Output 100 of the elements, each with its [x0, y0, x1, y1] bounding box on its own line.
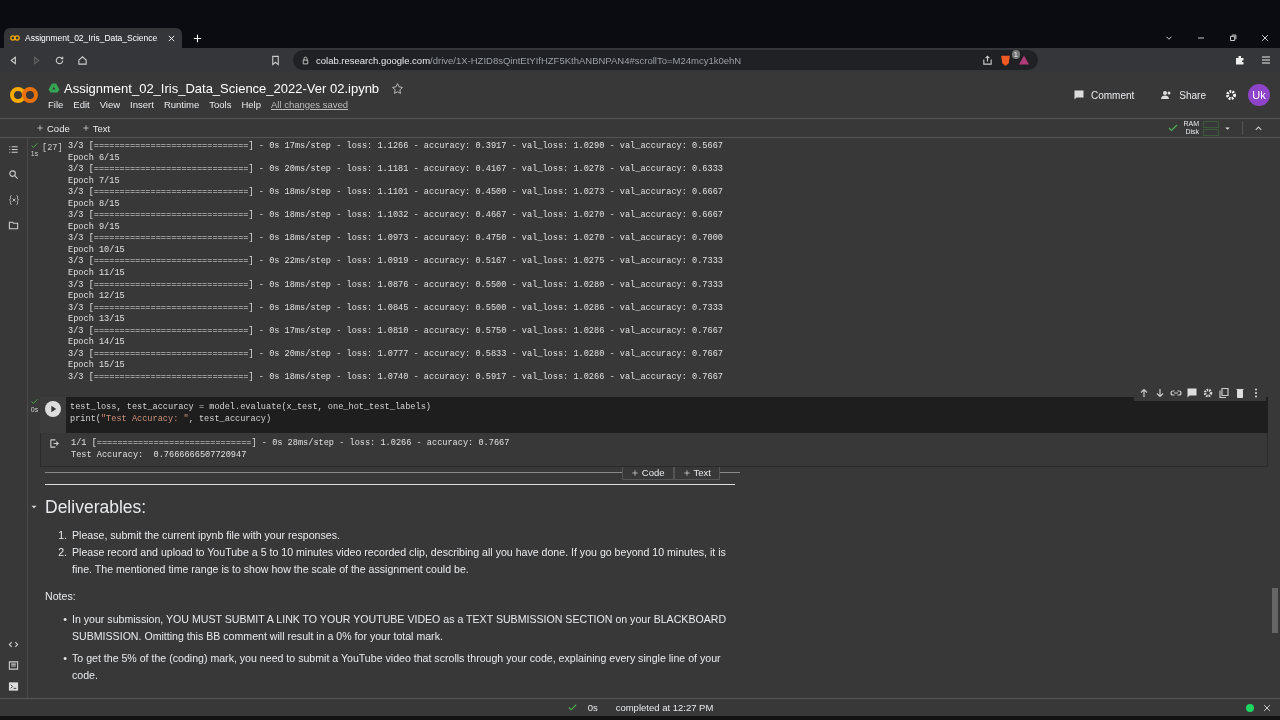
- menu-item[interactable]: Insert: [130, 98, 154, 110]
- save-status-link[interactable]: All changes saved: [271, 98, 349, 110]
- list-item-text: Please record and upload to YouTube a 5 to 10 minutes video recorded clip, describing all you have done. If you go beyond 10 minutes, it is fine. The mentioned time range is to show how the scale of the assignment could be.: [72, 545, 727, 578]
- home-icon[interactable]: [77, 54, 88, 66]
- menu-item[interactable]: Edit: [73, 98, 90, 110]
- output-line: 3/3 [==============================] - 0s 18ms/step - loss: 1.0973 - accuracy: 0.4750 - val_loss: 1.0270 - val_accuracy: 0.7000: [68, 233, 723, 245]
- menu-icon[interactable]: [1260, 54, 1272, 66]
- check-icon: [30, 141, 39, 150]
- output-line: Epoch 15/15: [68, 360, 126, 372]
- settings-icon[interactable]: [1224, 88, 1238, 102]
- move-up-icon[interactable]: [1138, 387, 1150, 400]
- output-line: 3/3 [==============================] - 0s 18ms/step - loss: 1.1101 - accuracy: 0.4500 - val_loss: 1.0273 - val_accuracy: 0.6667: [68, 187, 723, 199]
- output-line: 3/3 [==============================] - 0s 18ms/step - loss: 1.0876 - accuracy: 0.5500 - val_loss: 1.0280 - val_accuracy: 0.7333: [68, 279, 723, 291]
- status-dot-icon: [1246, 703, 1254, 712]
- code-icon[interactable]: [8, 639, 19, 650]
- comment-icon: [1072, 89, 1085, 101]
- snippet-icon[interactable]: [8, 660, 19, 671]
- resource-meter: [1203, 119, 1219, 137]
- comment-button[interactable]: Comment: [1064, 89, 1143, 101]
- notes-label: Notes:: [45, 589, 77, 605]
- menu-item[interactable]: File: [48, 98, 64, 110]
- puzzle-icon[interactable]: [1234, 54, 1246, 66]
- menu-item[interactable]: Tools: [209, 98, 232, 110]
- back-icon[interactable]: [8, 54, 19, 66]
- move-down-icon[interactable]: [1154, 387, 1166, 400]
- list-number: 2.: [57, 545, 67, 561]
- output-line: Epoch 9/15: [68, 221, 121, 233]
- comment-icon[interactable]: [1186, 387, 1198, 400]
- add-cell-button[interactable]: Code: [36, 122, 70, 134]
- browser-tab[interactable]: Assignment_02_Iris_Data_Science: [4, 28, 182, 48]
- list-item-text: To get the 5% of the (coding) mark, you need to submit a YouTube video that scrolls through your code, explaining every single line of your code.: [72, 651, 722, 684]
- status-message: completed at 12:27 PM: [615, 702, 714, 713]
- colab-logo-icon: [10, 33, 20, 43]
- plus-icon: [36, 124, 44, 132]
- check-icon: [1167, 122, 1180, 134]
- plus-icon: [81, 124, 90, 132]
- delete-icon[interactable]: [1234, 387, 1246, 400]
- output-line: 3/3 [==============================] - 0s 18ms/step - loss: 1.0740 - accuracy: 0.5917 - val_loss: 1.0266 - val_accuracy: 0.7667: [68, 371, 723, 384]
- url-path: /drive/1X-HZID8sQintEtYIfHZF5KthANBNPAN4#scrollTo=M24mcy1k0ehN: [430, 54, 743, 66]
- check-icon: [30, 397, 39, 407]
- bullet: •: [62, 651, 67, 667]
- play-icon: [49, 405, 57, 414]
- code-line: print("Test Accuracy: ", test_accuracy): [70, 414, 273, 426]
- output-line: Epoch 6/15: [68, 152, 121, 164]
- new-tab-icon[interactable]: [192, 32, 203, 44]
- close-icon[interactable]: [1260, 33, 1270, 43]
- code-line: test_loss, test_accuracy = model.evaluate(x_test, one_hot_test_labels): [70, 402, 431, 414]
- menu-item[interactable]: Runtime: [163, 98, 200, 110]
- bookmark-icon[interactable]: [270, 54, 281, 66]
- add-cell-button[interactable]: Text: [81, 122, 111, 134]
- output-line: Epoch 11/15: [68, 268, 126, 280]
- restore-icon[interactable]: [1228, 33, 1238, 43]
- url-host: colab.research.google.com: [316, 54, 431, 66]
- output-line: 3/3 [==============================] - 0s 17ms/step - loss: 1.0810 - accuracy: 0.5750 - val_loss: 1.0286 - val_accuracy: 0.7667: [68, 325, 723, 337]
- share-icon[interactable]: [982, 54, 993, 66]
- star-icon[interactable]: [391, 81, 405, 95]
- copy-icon[interactable]: [1218, 387, 1230, 400]
- status-time: 0s: [587, 702, 598, 713]
- menu-item[interactable]: View: [99, 98, 121, 110]
- output-line: Epoch 14/15: [68, 337, 126, 349]
- plus-icon: [682, 469, 691, 477]
- output-line: 1/1 [==============================] - 0s 28ms/step - loss: 1.0266 - accuracy: 0.7667: [71, 438, 510, 451]
- folder-icon[interactable]: [8, 220, 19, 231]
- close-icon[interactable]: [1262, 702, 1272, 713]
- search-icon[interactable]: [8, 169, 19, 180]
- output-line: Epoch 8/15: [68, 198, 121, 210]
- settings-icon[interactable]: [1202, 387, 1214, 400]
- table-of-contents-icon[interactable]: [8, 144, 19, 155]
- output-line: 3/3 [==============================] - 0s 20ms/step - loss: 1.0777 - accuracy: 0.5833 - val_loss: 1.0280 - val_accuracy: 0.7667: [68, 348, 723, 360]
- drive-icon: [48, 82, 60, 94]
- output-line: Epoch 10/15: [68, 244, 126, 256]
- user-avatar[interactable]: Uk: [1248, 84, 1270, 106]
- tab-title: Assignment_02_Iris_Data_Science: [25, 33, 159, 43]
- output-line: 3/3 [==============================] - 0s 17ms/step - loss: 1.1266 - accuracy: 0.3917 - val_loss: 1.0290 - val_accuracy: 0.5667: [68, 141, 723, 153]
- output-icon: [48, 438, 60, 450]
- reload-icon[interactable]: [54, 54, 65, 66]
- output-line: Epoch 13/15: [68, 314, 126, 326]
- menu-item[interactable]: Help: [241, 98, 261, 110]
- terminal-icon[interactable]: [8, 681, 19, 692]
- output-line: 3/3 [==============================] - 0s 18ms/step - loss: 1.0845 - accuracy: 0.5500 - val_loss: 1.0286 - val_accuracy: 0.7333: [68, 302, 723, 314]
- scrollbar[interactable]: [1272, 588, 1278, 633]
- output-line: 3/3 [==============================] - 0s 22ms/step - loss: 1.0919 - accuracy: 0.5167 - val_loss: 1.0275 - val_accuracy: 0.7333: [68, 256, 723, 268]
- triangle-icon[interactable]: [1018, 54, 1030, 66]
- bullet: •: [62, 612, 67, 628]
- lock-icon: [301, 55, 310, 65]
- list-item-text: In your submission, YOU MUST SUBMIT A LINK TO YOUR YOUTUBE VIDEO as a TEXT SUBMISSION SECTION on your BLACKBOARD SUBMISSION. Omitting this BB comment will result in a 0% for your total mark.: [72, 612, 728, 645]
- output-line: 3/3 [==============================] - 0s 20ms/step - loss: 1.1181 - accuracy: 0.4167 - val_loss: 1.0278 - val_accuracy: 0.6333: [68, 164, 723, 176]
- list-number: 1.: [57, 528, 67, 544]
- share-button[interactable]: Share: [1152, 89, 1214, 101]
- execution-count: [27]: [42, 143, 63, 153]
- shield-icon[interactable]: [999, 53, 1012, 67]
- colab-logo-icon[interactable]: [10, 86, 38, 104]
- output-line: Epoch 12/15: [68, 291, 126, 303]
- notebook-title[interactable]: Assignment_02_Iris_Data_Science_2022-Ver 02.ipynb: [64, 80, 380, 96]
- output-line: Epoch 7/15: [68, 175, 121, 187]
- plus-icon: [630, 469, 639, 477]
- run-button[interactable]: [45, 401, 61, 418]
- variables-icon[interactable]: [7, 194, 20, 206]
- check-icon: [566, 702, 578, 713]
- output-line: Test Accuracy: 0.7666666507720947: [71, 450, 248, 462]
